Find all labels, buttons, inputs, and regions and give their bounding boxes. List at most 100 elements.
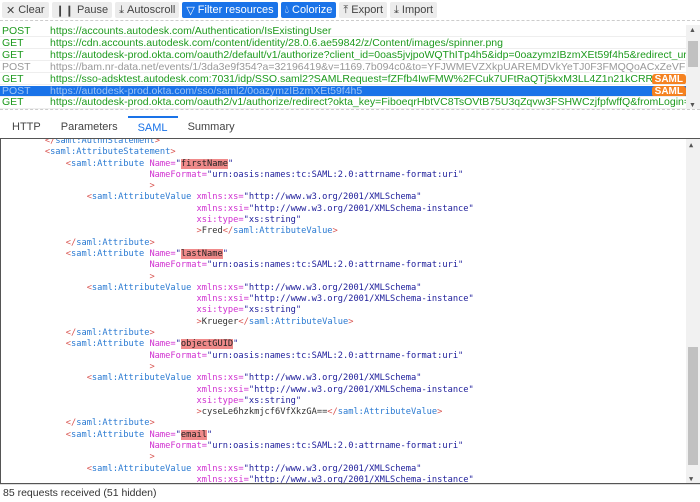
code-token: "http://www.w3.org/2001/XMLSchema" xyxy=(243,192,422,203)
code-token: > xyxy=(149,237,155,248)
scrollbar-thumb[interactable] xyxy=(688,347,698,465)
code-token: "http://www.w3.org/2001/XMLSchema" xyxy=(243,463,422,474)
request-list-scrollbar[interactable]: ▲ ▼ xyxy=(686,25,700,109)
highlighted-attribute-value: email xyxy=(180,429,208,440)
code-line: </saml:Attribute> xyxy=(3,238,474,249)
code-line: <saml:AttributeStatement> xyxy=(3,147,474,158)
code-token: "urn:oasis:names:tc:SAML:2.0:attrname-fo… xyxy=(207,350,464,361)
scroll-up-icon[interactable]: ▲ xyxy=(689,27,696,34)
code-token: xmlns:xs= xyxy=(196,282,244,293)
code-line: <saml:AttributeValue xmlns:xs="http://ww… xyxy=(3,283,474,294)
request-row[interactable]: GET https://autodesk-prod.okta.com/oauth2… xyxy=(0,50,686,62)
request-list: POST https://accounts.autodesk.com/Authen… xyxy=(0,20,700,110)
colorize-button[interactable]: 💧︎ Colorize xyxy=(280,2,337,18)
code-token: </ xyxy=(44,138,56,146)
code-token: "http://www.w3.org/2001/XMLSchema-instan… xyxy=(248,294,474,305)
code-token: saml:Attribute xyxy=(76,418,150,429)
code-token: "http://www.w3.org/2001/XMLSchema-instan… xyxy=(248,203,474,214)
status-bar: 85 requests received (51 hidden) xyxy=(0,484,700,501)
request-row[interactable]: POST https://bam.nr-data.net/events/1/3da… xyxy=(0,61,686,74)
code-token: cyseLe6hzkmjcf6VfXkzGA== xyxy=(201,407,328,418)
code-token: > xyxy=(149,328,155,339)
code-token: xsi:type= xyxy=(196,215,244,226)
request-url: https://autodesk-prod.okta.com/sso/saml2… xyxy=(50,85,363,97)
code-line: <saml:AttributeValue xmlns:xs="http://ww… xyxy=(3,373,474,384)
import-button[interactable]: ⤓ Import xyxy=(390,2,438,18)
saml-xml-viewer: </saml:AuthnStatement> <saml:AttributeSt… xyxy=(0,138,700,484)
highlighted-attribute-value: lastName xyxy=(180,248,223,259)
scroll-down-icon[interactable]: ▼ xyxy=(689,475,693,483)
request-url: https://cdn.accounts.autodesk.com/conten… xyxy=(50,37,503,49)
code-token: saml:AuthnStatement xyxy=(55,138,155,146)
scrollbar-thumb[interactable] xyxy=(688,41,698,67)
code-line: NameFormat="urn:oasis:names:tc:SAML:2.0:… xyxy=(3,441,474,452)
code-token: xmlns:xsi= xyxy=(196,294,249,305)
code-token: "urn:oasis:names:tc:SAML:2.0:attrname-fo… xyxy=(207,260,464,271)
upload-icon: ⤒ xyxy=(343,3,349,16)
code-line: NameFormat="urn:oasis:names:tc:SAML:2.0:… xyxy=(3,260,474,271)
request-method: POST xyxy=(2,85,31,97)
code-token: " xyxy=(222,248,228,259)
code-line: <saml:AttributeValue xmlns:xs="http://ww… xyxy=(3,192,474,203)
request-row[interactable]: POST https://accounts.autodesk.com/Authen… xyxy=(0,26,686,38)
code-line: > xyxy=(3,452,474,463)
filter-resources-button[interactable]: ▽ Filter resources xyxy=(182,2,278,18)
code-token: saml:Attribute xyxy=(71,158,150,169)
close-icon: ✕ xyxy=(6,4,16,17)
code-scrollbar[interactable]: ▲ ▼ xyxy=(686,139,700,483)
code-token: "http://www.w3.org/2001/XMLSchema" xyxy=(243,373,422,384)
autoscroll-button[interactable]: ⤓ Autoscroll xyxy=(115,2,180,18)
code-token: " xyxy=(207,429,213,440)
code-token: "xs:string" xyxy=(243,215,302,226)
code-token: xsi:type= xyxy=(196,395,244,406)
filter-icon: ▽ xyxy=(186,4,195,17)
request-method: GET xyxy=(2,37,24,49)
code-token: " xyxy=(233,339,239,350)
request-row[interactable]: POST https://autodesk-prod.okta.com/sso/s… xyxy=(0,85,686,97)
request-url: https://bam.nr-data.net/events/1/3da3e9f… xyxy=(50,61,686,73)
code-token: saml:Attribute xyxy=(71,429,150,440)
code-token: "urn:oasis:names:tc:SAML:2.0:attrname-fo… xyxy=(207,169,464,180)
tab-parameters[interactable]: Parameters xyxy=(51,116,128,138)
request-url: https://accounts.autodesk.com/Authentica… xyxy=(50,26,332,37)
code-token: > xyxy=(149,271,155,282)
clear-button[interactable]: ✕ Clear xyxy=(2,2,49,18)
code-line: > xyxy=(3,272,474,283)
scroll-down-icon[interactable]: ▼ xyxy=(689,102,696,109)
detail-tabs: HTTP Parameters SAML Summary xyxy=(0,116,245,138)
request-row[interactable]: GET https://sso-adsktest.autodesk.com:703… xyxy=(0,73,686,85)
code-token: > xyxy=(154,138,160,146)
code-token: </ xyxy=(238,316,249,327)
export-button[interactable]: ⤒ Export xyxy=(339,2,388,18)
request-row[interactable]: GET https://autodesk-prod.okta.com/oauth2… xyxy=(0,97,686,109)
tab-summary[interactable]: Summary xyxy=(178,116,245,138)
pause-button[interactable]: ❙❙ Pause xyxy=(51,2,113,18)
tab-http[interactable]: HTTP xyxy=(2,116,51,138)
scroll-up-icon[interactable]: ▲ xyxy=(689,141,693,149)
code-token: saml:AttributeValue xyxy=(91,282,197,293)
code-line: <saml:Attribute Name="lastName" xyxy=(3,248,474,260)
drop-icon: 💧︎ xyxy=(284,3,289,16)
code-line: <saml:Attribute Name="firstName" xyxy=(3,158,474,170)
code-token: > xyxy=(149,418,155,429)
code-token: saml:Attribute xyxy=(76,328,150,339)
tab-saml[interactable]: SAML xyxy=(127,116,178,138)
request-method: POST xyxy=(2,26,31,37)
download-icon: ⤓ xyxy=(119,3,125,16)
request-row[interactable]: GET https://cdn.accounts.autodesk.com/con… xyxy=(0,37,686,50)
code-line: </saml:Attribute> xyxy=(3,418,474,429)
request-url: https://sso-adsktest.autodesk.com:7031/i… xyxy=(50,73,686,85)
